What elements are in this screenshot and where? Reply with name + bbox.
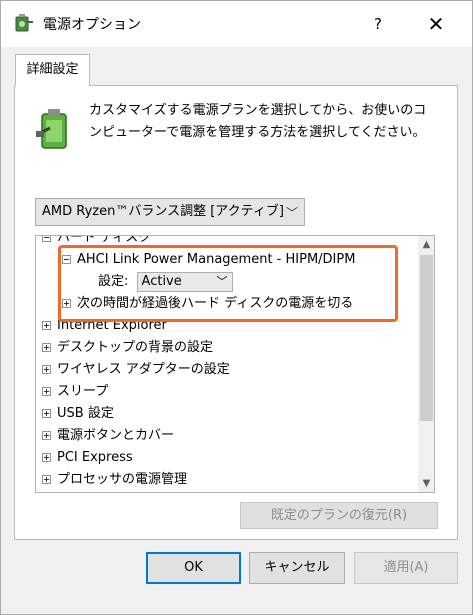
power-plan-value: AMD Ryzen™バランス調整 [アクティブ]: [42, 204, 284, 219]
tree-item-power-buttons[interactable]: 電源ボタンとカバー: [42, 425, 174, 447]
tree-item-label: ハード ディスク: [57, 236, 152, 245]
tree-item-usb[interactable]: USB 設定: [42, 403, 114, 425]
tree-item-label: USB 設定: [57, 406, 114, 421]
collapse-icon[interactable]: [42, 236, 51, 242]
tab-advanced-settings[interactable]: 詳細設定: [15, 54, 90, 86]
apply-button[interactable]: 適用(A): [354, 552, 458, 584]
tree-item-sleep[interactable]: スリープ: [42, 381, 108, 403]
restore-defaults-button[interactable]: 既定のプランの復元(R): [240, 502, 438, 529]
battery-plug-icon: [36, 109, 67, 149]
expand-icon[interactable]: [42, 453, 51, 462]
window-title: 電源オプション: [43, 17, 141, 33]
setting-select[interactable]: Active ﹀: [136, 271, 233, 292]
power-options-dialog: 電源オプション ? ✕ 詳細設定 カスタマイズする電源プランを選択してから、お使…: [0, 0, 473, 615]
power-options-icon: [15, 14, 33, 32]
scroll-down-icon[interactable]: ▼: [418, 475, 434, 492]
expand-icon[interactable]: [42, 475, 51, 484]
tree-item-label: スリープ: [57, 384, 109, 399]
setting-value: Active: [141, 273, 182, 289]
expand-icon[interactable]: [62, 299, 71, 308]
tree-item-internet-explorer[interactable]: Internet Explorer: [42, 315, 167, 337]
settings-tree[interactable]: ハード ディスク AHCI Link Power Management - HI…: [35, 235, 435, 493]
tree-item-desktop-background[interactable]: デスクトップの背景の設定: [42, 337, 213, 359]
tree-item-label: プロセッサの電源管理: [57, 472, 188, 487]
tree-item-label: 電源ボタンとカバー: [57, 428, 175, 443]
tree-item-label: Internet Explorer: [57, 318, 167, 333]
tree-content: ハード ディスク AHCI Link Power Management - HI…: [36, 236, 418, 492]
settings-panel: カスタマイズする電源プランを選択してから、お使いのコンピューターで電源を管理する…: [14, 85, 458, 540]
scroll-thumb[interactable]: [420, 255, 433, 421]
expand-icon[interactable]: [42, 343, 51, 352]
ok-button[interactable]: OK: [146, 552, 241, 584]
tree-item-ahci[interactable]: AHCI Link Power Management - HIPM/DIPM: [62, 249, 355, 271]
expand-icon[interactable]: [42, 387, 51, 396]
tree-item-pci-express[interactable]: PCI Express: [42, 447, 133, 469]
tree-item-label: 次の時間が経過後ハード ディスクの電源を切る: [77, 296, 354, 311]
vertical-scrollbar[interactable]: ▲ ▼: [418, 236, 434, 492]
tree-item-setting: 設定: Active ﹀: [98, 271, 233, 293]
tree-item-disk-off-timer[interactable]: 次の時間が経過後ハード ディスクの電源を切る: [62, 293, 353, 315]
tree-item-label: デスクトップの背景の設定: [57, 340, 214, 355]
scroll-up-icon[interactable]: ▲: [418, 236, 434, 253]
expand-icon[interactable]: [42, 409, 51, 418]
expand-icon[interactable]: [42, 321, 51, 330]
expand-icon[interactable]: [42, 431, 51, 440]
chevron-down-icon: ﹀: [285, 206, 298, 220]
cancel-button[interactable]: キャンセル: [249, 552, 345, 584]
expand-icon[interactable]: [42, 365, 51, 374]
chevron-down-icon: ﹀: [216, 274, 228, 288]
tree-item-label: ワイヤレス アダプターの設定: [57, 362, 230, 377]
setting-label: 設定:: [98, 274, 129, 289]
tree-item-wireless-adapter[interactable]: ワイヤレス アダプターの設定: [42, 359, 230, 381]
description-text: カスタマイズする電源プランを選択してから、お使いのコンピューターで電源を管理する…: [89, 103, 427, 140]
tree-item-label: PCI Express: [57, 450, 133, 465]
power-plan-select[interactable]: AMD Ryzen™バランス調整 [アクティブ] ﹀: [35, 198, 305, 226]
tree-item-label: AHCI Link Power Management - HIPM/DIPM: [77, 252, 356, 267]
help-button[interactable]: ?: [363, 11, 393, 37]
close-button[interactable]: ✕: [419, 11, 453, 37]
tree-item-processor[interactable]: プロセッサの電源管理: [42, 469, 187, 491]
tree-item-hard-disk[interactable]: ハード ディスク: [42, 236, 151, 249]
title-bar: 電源オプション ? ✕: [1, 1, 472, 47]
collapse-icon[interactable]: [62, 255, 71, 264]
